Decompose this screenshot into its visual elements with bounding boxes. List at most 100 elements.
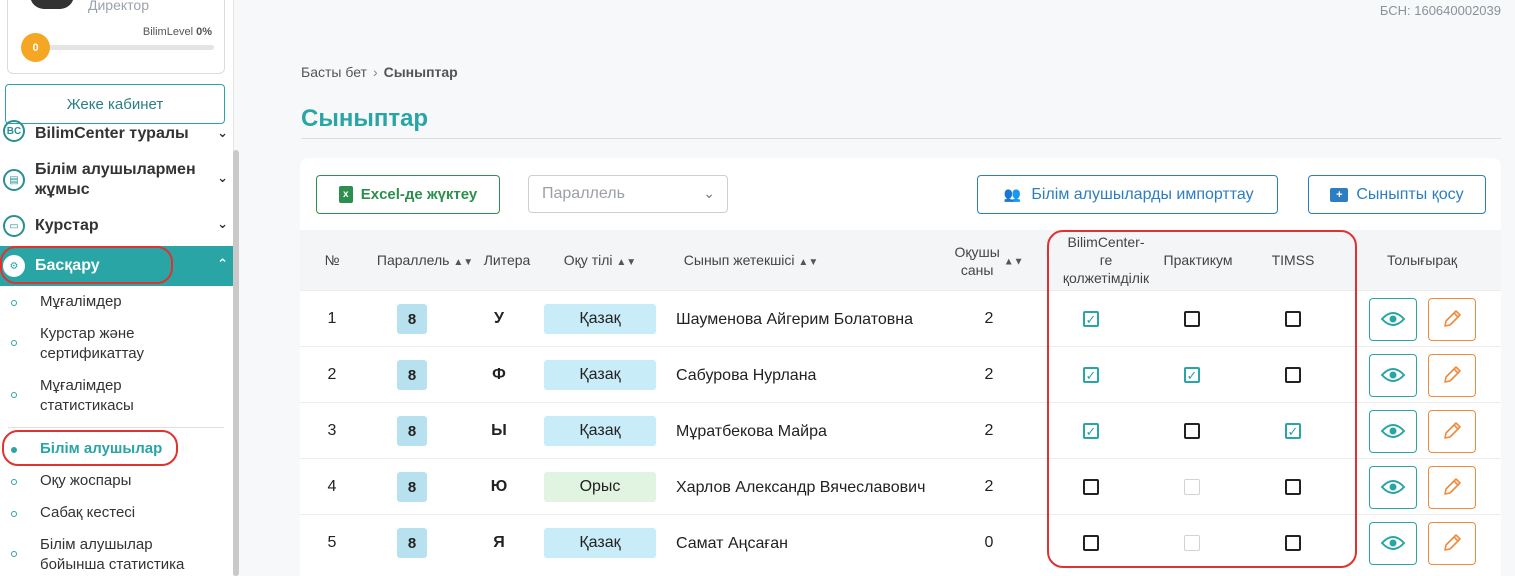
bullet-icon: [11, 447, 17, 453]
cell-edit: [1428, 291, 1476, 347]
edit-button[interactable]: [1428, 297, 1476, 341]
column-header-language[interactable]: Оқу тілі ▲▼: [564, 251, 636, 272]
access-checkbox[interactable]: [1083, 479, 1099, 495]
column-header-parallel[interactable]: Параллель ▲▼: [377, 251, 473, 272]
parallel-badge: 8: [397, 360, 427, 390]
cell-parallel: 8: [397, 347, 427, 403]
sidebar-item-management[interactable]: ⚙ Басқару ⌃: [0, 246, 233, 286]
parallel-badge: 8: [397, 304, 427, 334]
sidebar-item-courses[interactable]: ▭ Курстар ⌄: [0, 214, 233, 238]
cell-practicum: [1184, 515, 1200, 571]
practicum-checkbox[interactable]: [1184, 423, 1200, 439]
edit-button[interactable]: [1428, 465, 1476, 509]
folder-plus-icon: +: [1330, 187, 1349, 202]
cell-parallel: 8: [397, 515, 427, 571]
submenu-item-label: Білім алушылар: [40, 440, 163, 457]
practicum-checkbox[interactable]: [1184, 311, 1200, 327]
sidebar-item-students-work[interactable]: ▤ Білім алушылармен жұмыс ⌄: [0, 160, 233, 200]
cell-timss: [1285, 291, 1301, 347]
column-header-label: BilimCenter-: [1067, 234, 1145, 250]
user-role: Директор: [88, 0, 149, 13]
sort-icon: ▲▼: [798, 257, 819, 268]
level-label: BilimLevel 0%: [143, 26, 212, 38]
language-badge: Қазақ: [544, 360, 656, 390]
submenu-item-label: Оқу жоспары: [40, 472, 132, 489]
view-button[interactable]: [1369, 297, 1417, 341]
column-header-num: №: [324, 252, 340, 268]
page-title: Сыныптар: [301, 105, 429, 132]
language-badge: Қазақ: [544, 304, 656, 334]
excel-download-button[interactable]: x Excel-де жүктеу: [316, 175, 500, 214]
cell-litera: Ы: [491, 422, 507, 439]
cell-teacher: Сабурова Нурлана: [676, 366, 817, 384]
column-header-label: ге: [1099, 252, 1113, 268]
timss-checkbox[interactable]: [1285, 479, 1301, 495]
column-header-access: BilimCenter- ге қолжетімділік: [1063, 233, 1149, 287]
practicum-checkbox: [1184, 535, 1200, 551]
cell-num: 2: [327, 366, 337, 383]
practicum-checkbox[interactable]: ✓: [1184, 367, 1200, 383]
cell-students-count: 2: [984, 366, 994, 383]
access-checkbox[interactable]: ✓: [1083, 311, 1099, 327]
cell-parallel: 8: [397, 403, 427, 459]
eye-icon: [1381, 480, 1405, 494]
access-checkbox[interactable]: ✓: [1083, 423, 1099, 439]
view-button[interactable]: [1369, 465, 1417, 509]
cell-timss: [1285, 515, 1301, 571]
breadcrumb-home[interactable]: Басты бет: [301, 64, 367, 80]
column-header-teacher[interactable]: Сынып жетекшісі ▲▼: [684, 251, 818, 272]
level-name: BilimLevel: [142, 26, 194, 38]
personal-cabinet-button[interactable]: Жеке кабинет: [5, 84, 225, 124]
sidebar-item-about[interactable]: BC BilimCenter туралы ⌄: [0, 120, 233, 144]
parallel-select[interactable]: Параллель ⌄: [528, 175, 728, 213]
column-header-students[interactable]: Оқушы саны ▲▼: [955, 243, 1024, 279]
add-class-button[interactable]: + Сыныпты қосу: [1308, 175, 1486, 214]
language-badge: Қазақ: [544, 528, 656, 558]
submenu-item-label: Курстар және сертификаттау: [40, 325, 144, 362]
parallel-select-placeholder: Параллель: [542, 185, 625, 202]
view-button[interactable]: [1369, 409, 1417, 453]
submenu-item-label: Мұғалімдер: [40, 293, 122, 310]
cell-view: [1369, 403, 1417, 459]
bullet-icon: [11, 300, 17, 306]
cell-teacher: Харлов Александр Вячеславович: [676, 478, 926, 496]
table-row: 1 8 У Қазақ Шауменова Айгерим Болатовна …: [300, 290, 1501, 346]
cell-num: 3: [327, 422, 337, 439]
edit-button[interactable]: [1428, 409, 1476, 453]
breadcrumb-current: Сыныптар: [383, 64, 458, 80]
column-header-label: Сынып жетекшісі: [683, 252, 795, 268]
level-progress-bar: [42, 45, 214, 50]
import-students-button[interactable]: 👥 Білім алушыларды импорттау: [977, 175, 1278, 214]
timss-checkbox[interactable]: [1285, 535, 1301, 551]
access-checkbox[interactable]: [1083, 535, 1099, 551]
cell-edit: [1428, 347, 1476, 403]
column-header-label: Оқу тілі: [563, 252, 613, 268]
view-button[interactable]: [1369, 521, 1417, 565]
table-header: № Параллель ▲▼ Литера Оқу тілі ▲▼ Сынып …: [300, 230, 1501, 290]
cell-practicum: [1184, 291, 1200, 347]
timss-checkbox[interactable]: [1285, 367, 1301, 383]
bullet-icon: [11, 479, 17, 485]
import-students-label: Білім алушыларды импорттау: [1031, 185, 1254, 203]
sort-icon: ▲▼: [453, 257, 474, 268]
view-button[interactable]: [1369, 353, 1417, 397]
cell-num: 1: [327, 310, 337, 327]
cell-language: Қазақ: [544, 291, 656, 347]
column-header-label: Параллель: [376, 252, 450, 268]
cell-students-count: 2: [984, 310, 994, 327]
chevron-down-icon: ⌄: [217, 125, 228, 140]
cell-access: [1083, 515, 1099, 571]
column-header-label: саны: [960, 262, 994, 278]
edit-button[interactable]: [1428, 521, 1476, 565]
cell-practicum: ✓: [1184, 347, 1200, 403]
table-row: 4 8 Ю Орыс Харлов Александр Вячеславович…: [300, 458, 1501, 514]
column-header-label: Оқушы: [954, 244, 1000, 260]
practicum-checkbox: [1184, 479, 1200, 495]
access-checkbox[interactable]: ✓: [1083, 367, 1099, 383]
timss-checkbox[interactable]: ✓: [1285, 423, 1301, 439]
submenu-item-label: Мұғалімдер статистикасы: [40, 377, 134, 414]
timss-checkbox[interactable]: [1285, 311, 1301, 327]
sidebar-item-label: BilimCenter туралы: [35, 125, 189, 142]
sidebar-scrollbar[interactable]: [233, 150, 239, 576]
edit-button[interactable]: [1428, 353, 1476, 397]
